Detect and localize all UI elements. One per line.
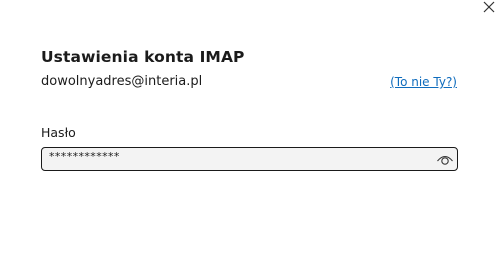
password-value[interactable]: ************ xyxy=(49,150,120,163)
imap-account-settings-dialog: Ustawienia konta IMAP dowolnyadres@inter… xyxy=(0,0,501,264)
password-field[interactable]: ************ xyxy=(41,147,458,171)
show-password-button[interactable] xyxy=(436,151,454,167)
close-icon xyxy=(483,1,495,13)
eye-icon xyxy=(437,155,453,165)
account-email: dowolnyadres@interia.pl xyxy=(41,74,203,89)
not-you-link[interactable]: (To nie Ty?) xyxy=(390,75,457,89)
dialog-title: Ustawienia konta IMAP xyxy=(41,48,245,66)
close-button[interactable] xyxy=(480,0,501,18)
password-label: Hasło xyxy=(41,125,76,140)
